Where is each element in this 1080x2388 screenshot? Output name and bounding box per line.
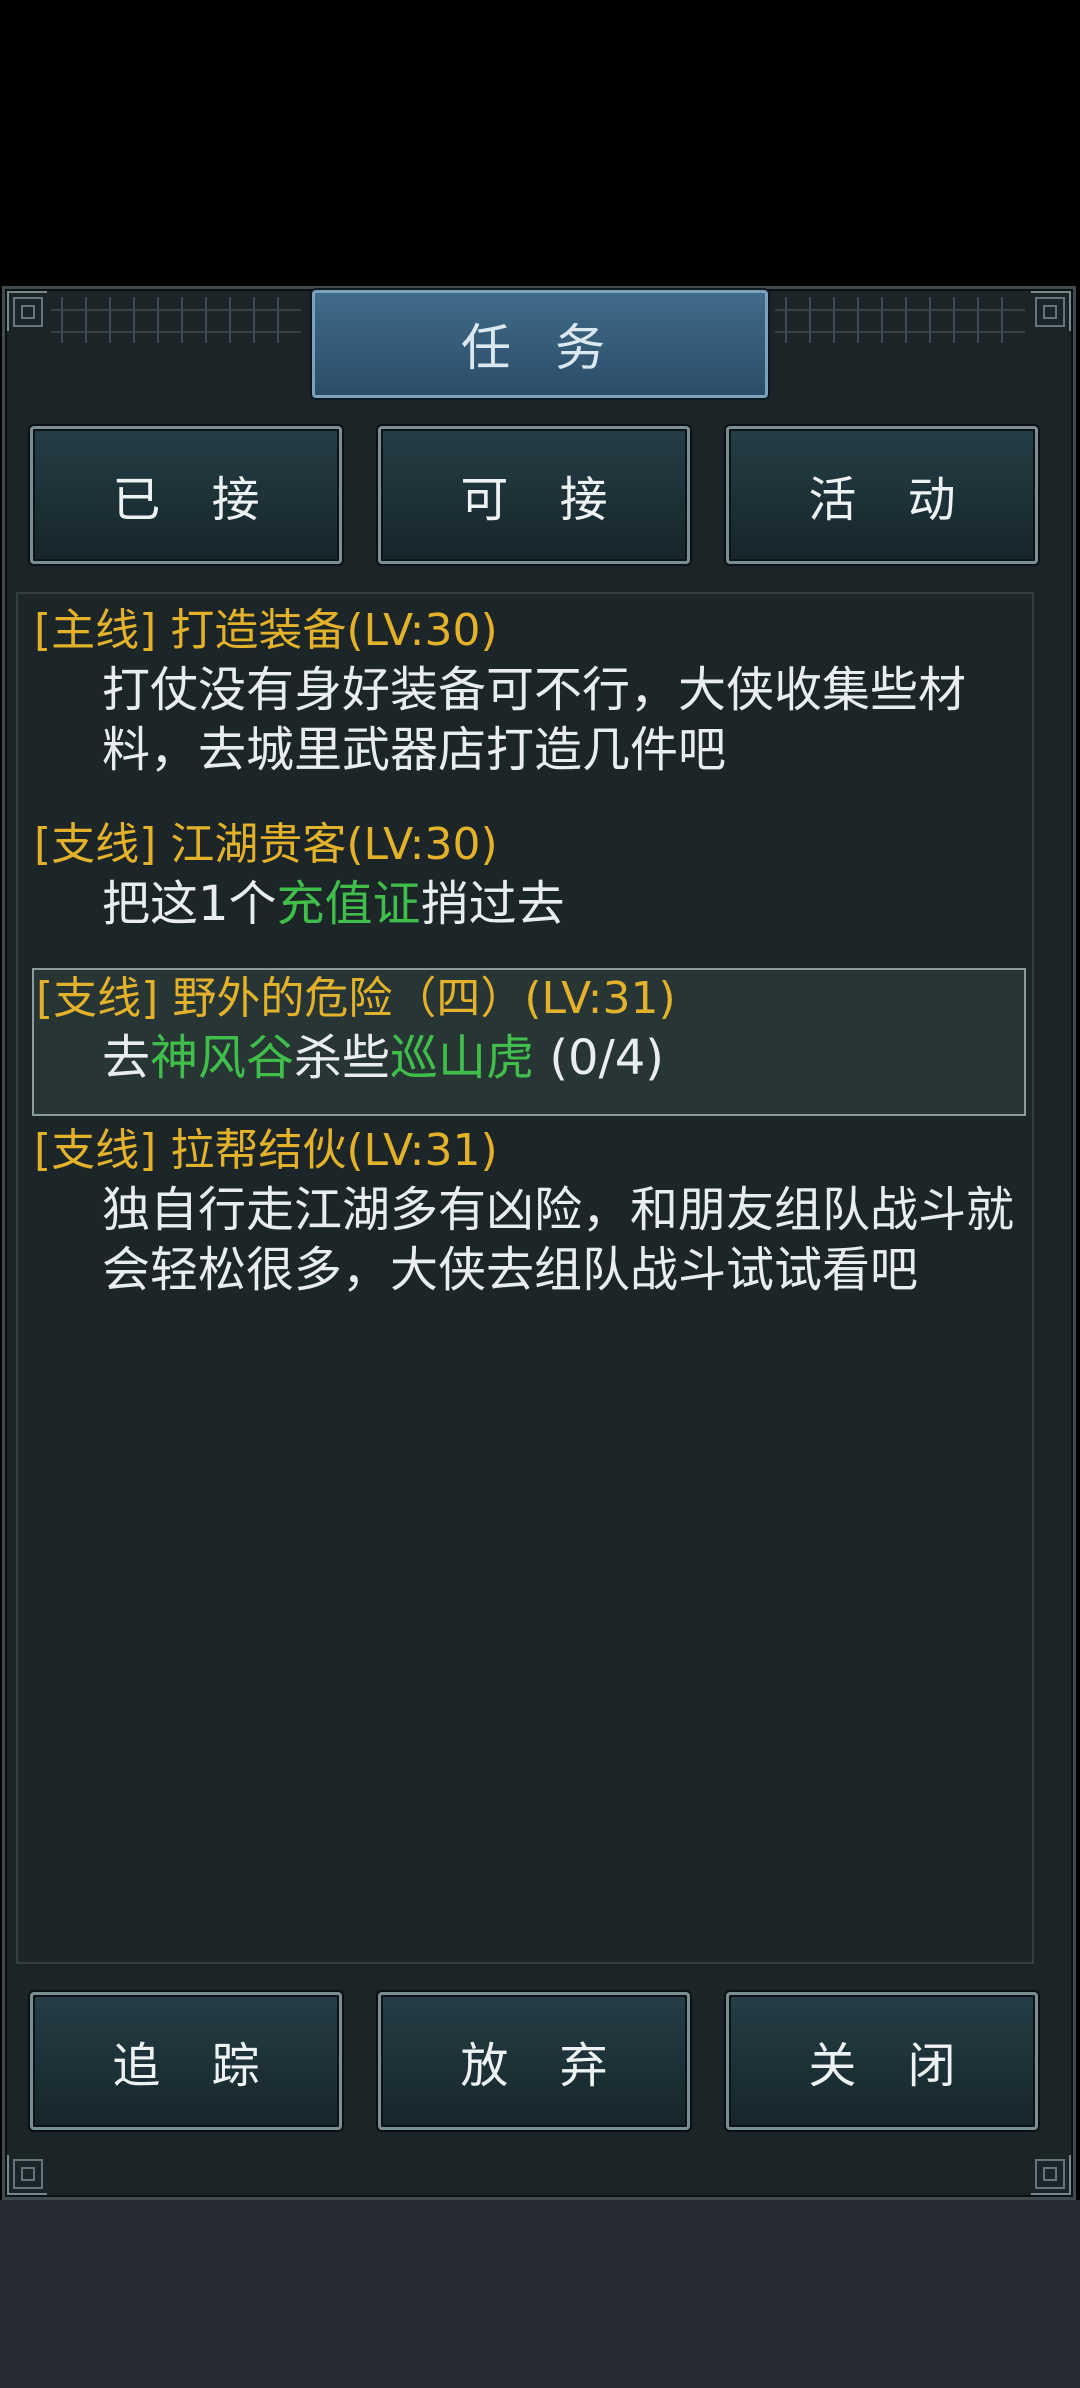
system-navigation-area	[0, 2200, 1080, 2388]
tab-accepted-label: 已 接	[112, 472, 278, 528]
quest-title: [支线] 野外的危险（四）(LV:31)	[36, 973, 676, 1024]
quest-item[interactable]: [支线] 拉帮结伙(LV:31) 独自行走江湖多有凶险，和朋友组队战斗就会轻松很…	[34, 1122, 1024, 1300]
tab-available-label: 可 接	[460, 472, 626, 528]
tab-accepted[interactable]: 已 接	[30, 426, 342, 564]
quest-item-link[interactable]: 充值证	[277, 876, 421, 932]
quest-place-link[interactable]: 神风谷	[150, 1030, 294, 1086]
quest-description: 把这1个充值证捎过去	[34, 874, 1024, 934]
fret-pattern-decoration	[51, 297, 301, 343]
quest-desc-text: 去	[102, 1030, 151, 1086]
track-button-label: 追 踪	[112, 2038, 278, 2094]
quest-title: [主线] 打造装备(LV:30)	[34, 605, 498, 656]
fret-pattern-decoration	[775, 297, 1025, 343]
quest-desc-text: 把这1个	[102, 876, 277, 932]
ornament-corner-icon	[1031, 2155, 1071, 2195]
abandon-button[interactable]: 放 弃	[378, 1992, 690, 2130]
ornament-corner-icon	[7, 291, 47, 331]
quest-progress: (0/4)	[534, 1030, 665, 1086]
quest-title: [支线] 江湖贵客(LV:30)	[34, 819, 498, 870]
quest-list[interactable]: [主线] 打造装备(LV:30) 打仗没有身好装备可不行，大侠收集些材料，去城里…	[16, 592, 1034, 1964]
panel-title-text: 任 务	[461, 319, 619, 377]
quest-title: [支线] 拉帮结伙(LV:31)	[34, 1125, 498, 1176]
tab-activity[interactable]: 活 动	[726, 426, 1038, 564]
quest-desc-text: 捎过去	[420, 876, 565, 932]
quest-desc-text: 杀些	[294, 1030, 391, 1086]
close-button-label: 关 闭	[808, 2038, 974, 2094]
quest-item[interactable]: [支线] 江湖贵客(LV:30) 把这1个充值证捎过去	[34, 816, 1024, 934]
quest-description: 去神风谷杀些巡山虎 (0/4)	[34, 1028, 1024, 1088]
panel-title: 任 务	[312, 290, 768, 398]
track-button[interactable]: 追 踪	[30, 1992, 342, 2130]
tab-activity-label: 活 动	[808, 472, 974, 528]
ornament-corner-icon	[1031, 291, 1071, 331]
quest-description: 独自行走江湖多有凶险，和朋友组队战斗就会轻松很多，大侠去组队战斗试试看吧	[102, 1182, 1015, 1298]
quest-item[interactable]: [主线] 打造装备(LV:30) 打仗没有身好装备可不行，大侠收集些材料，去城里…	[34, 602, 1024, 780]
quest-target-link[interactable]: 巡山虎	[390, 1030, 534, 1086]
quest-description: 打仗没有身好装备可不行，大侠收集些材料，去城里武器店打造几件吧	[102, 662, 967, 778]
quest-item-selected[interactable]: [支线] 野外的危险（四）(LV:31) 去神风谷杀些巡山虎 (0/4)	[32, 968, 1026, 1116]
tab-available[interactable]: 可 接	[378, 426, 690, 564]
close-button[interactable]: 关 闭	[726, 1992, 1038, 2130]
abandon-button-label: 放 弃	[460, 2038, 626, 2094]
ornament-corner-icon	[7, 2155, 47, 2195]
